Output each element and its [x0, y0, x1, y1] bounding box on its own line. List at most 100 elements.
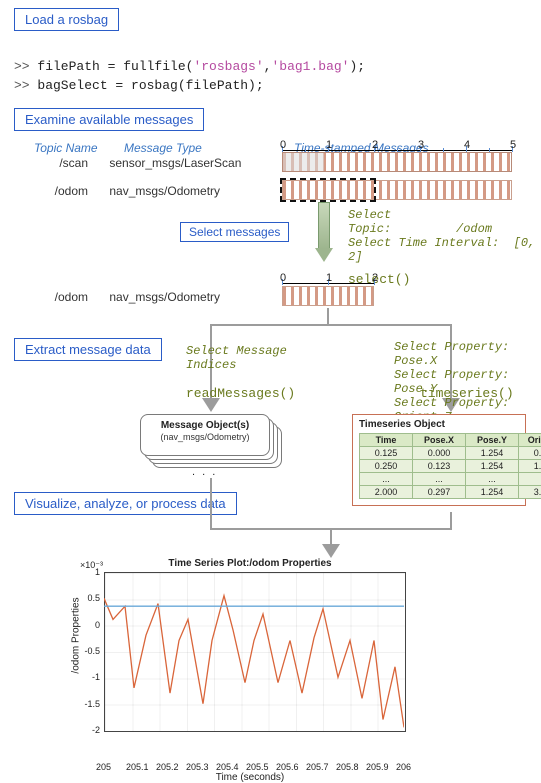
ts-fn: timeseries() [420, 386, 514, 401]
table-row: ............ [360, 473, 541, 486]
ts-td: 1.571 [519, 460, 541, 473]
xtick: 205.7 [306, 762, 329, 772]
table-row: 2.0000.2971.2543.142 [360, 486, 541, 499]
tick-label: 4 [464, 139, 470, 151]
code-block: >> filePath = fullfile('rosbags','bag1.b… [14, 37, 527, 96]
prompt: >> [14, 59, 37, 74]
conn-v1 [327, 308, 329, 324]
row-scan: /scan sensor_msgs/LaserScan [18, 156, 274, 170]
axis-full: 012345 [282, 133, 512, 151]
topic-name: /scan [18, 156, 106, 170]
selection-dashbox [280, 178, 376, 202]
ts-td: 0.297 [413, 486, 466, 499]
ts-td: ... [519, 473, 541, 486]
ts-th: Pose.Y [466, 434, 519, 447]
ts-td: 0.250 [360, 460, 413, 473]
tick-label: 0 [280, 272, 286, 284]
code-text: filePath = fullfile( [37, 59, 193, 74]
ts-td: 1.254 [466, 486, 519, 499]
read-hint: Select Message Indices [186, 344, 287, 372]
ts-td: 1.254 [466, 447, 519, 460]
ts-td: 1.254 [466, 460, 519, 473]
ts-th: Time [360, 434, 413, 447]
ts-hint1: Select Property: Pose.X [394, 340, 541, 368]
tick-label: 1 [326, 139, 332, 151]
xtick: 205.4 [216, 762, 239, 772]
xtick: 205.3 [186, 762, 209, 772]
conn-h [210, 324, 452, 326]
xtick: 205.1 [126, 762, 149, 772]
ytick: 1 [80, 567, 100, 577]
ts-td: ... [413, 473, 466, 486]
section-examine: Examine available messages [14, 108, 204, 131]
timeseries-box: Timeseries Object TimePose.XPose.YOrient… [352, 414, 526, 506]
ts-td: 0.000 [519, 447, 541, 460]
ts-th: Pose.X [413, 434, 466, 447]
col-topic: Topic Name [34, 141, 98, 155]
ts-title: Timeseries Object [359, 419, 519, 430]
ts-th: Orient.Z [519, 434, 541, 447]
plot-title: Time Series Plot:/odom Properties [80, 558, 420, 569]
section-visualize: Visualize, analyze, or process data [14, 492, 237, 515]
topic-name: /odom [18, 290, 106, 304]
ts-td: 3.142 [519, 486, 541, 499]
card-title: Message Object(s) [141, 420, 269, 431]
select-topic: Select Topic: /odom [348, 208, 541, 236]
stripes-odom-sel [282, 286, 374, 306]
plot-ylabel: /odom Properties [71, 597, 82, 673]
ytick: -2 [80, 725, 100, 735]
conn-v-left2 [210, 478, 212, 528]
tick-label: 2 [372, 272, 378, 284]
select-interval: Select Time Interval: [0, 2] [348, 236, 541, 264]
xtick: 205.2 [156, 762, 179, 772]
col-type: Message Type [124, 141, 202, 155]
tick-label: 2 [372, 139, 378, 151]
prompt: >> [14, 78, 37, 93]
tick-label: 0 [280, 139, 286, 151]
ytick: -0.5 [80, 646, 100, 656]
dots: . . . [192, 466, 217, 478]
code-str: 'bag1.bag' [271, 59, 349, 74]
msg-type: nav_msgs/Odometry [109, 184, 274, 198]
axis-sel: 012 [282, 266, 374, 284]
row-odom: /odom nav_msgs/Odometry [18, 184, 274, 198]
code-text: ); [349, 59, 365, 74]
plot-xlabel: Time (seconds) [80, 772, 420, 783]
msg-type: nav_msgs/Odometry [109, 290, 274, 304]
code-str: 'rosbags' [193, 59, 263, 74]
read-fn: readMessages() [186, 386, 295, 401]
section-load: Load a rosbag [14, 8, 119, 31]
xtick: 205.5 [246, 762, 269, 772]
xtick: 205.6 [276, 762, 299, 772]
xtick: 205.9 [366, 762, 389, 772]
conn-v-right2 [450, 512, 452, 528]
card-sub: (nav_msgs/Odometry) [141, 432, 269, 442]
tick-label: 3 [418, 139, 424, 151]
ts-td: 0.000 [413, 447, 466, 460]
ts-td: 2.000 [360, 486, 413, 499]
msg-object-stack: Message Object(s) (nav_msgs/Odometry) . … [140, 414, 280, 470]
stripes-scan [282, 152, 512, 172]
timeseries-plot: Time Series Plot:/odom Properties ×10⁻³ … [80, 570, 420, 758]
xtick: 205.8 [336, 762, 359, 772]
msg-type: sensor_msgs/LaserScan [109, 156, 274, 170]
ts-td: 0.123 [413, 460, 466, 473]
arrow-select [310, 202, 338, 262]
topic-name: /odom [18, 184, 106, 198]
section-extract: Extract message data [14, 338, 162, 361]
row-odom-sel: /odom nav_msgs/Odometry [18, 290, 274, 304]
ytick: 0 [80, 620, 100, 630]
section-select: Select messages [180, 222, 289, 242]
ts-td: ... [466, 473, 519, 486]
ts-td: ... [360, 473, 413, 486]
table-row: 0.1250.0001.2540.000 [360, 447, 541, 460]
ytick: 0.5 [80, 593, 100, 603]
tick-label: 1 [326, 272, 332, 284]
ytick: -1.5 [80, 699, 100, 709]
ts-table: TimePose.XPose.YOrient.Z 0.1250.0001.254… [359, 433, 541, 499]
tick-label: 5 [510, 139, 516, 151]
ytick: -1 [80, 672, 100, 682]
plot-lines [104, 572, 404, 730]
series-prop-orange [104, 596, 404, 728]
ts-td: 0.125 [360, 447, 413, 460]
